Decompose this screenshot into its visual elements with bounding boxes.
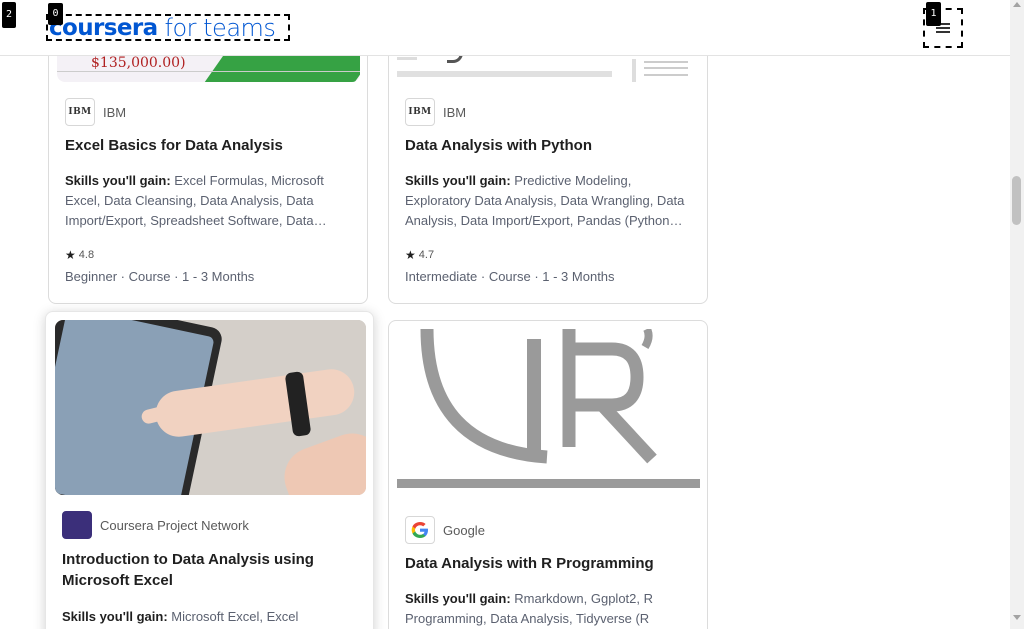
logo-brand: coursera (49, 14, 158, 41)
coursera-for-teams-logo[interactable]: coursera for teams (46, 14, 290, 41)
partner-row: IBM IBM (405, 98, 466, 126)
vertical-scrollbar[interactable] (1010, 0, 1024, 629)
overlay-tag-page: 2 (2, 2, 16, 28)
rating-value: 4.7 (418, 249, 435, 261)
skills-label: Skills you'll gain: (405, 591, 511, 606)
course-meta: Intermediate · Course · 1 - 3 Months (405, 269, 615, 284)
partner-name: IBM (443, 104, 467, 120)
overlay-tag-menu: 1 (926, 2, 941, 26)
partner-name: IBM (103, 104, 127, 120)
partner-name: Google (443, 522, 485, 538)
course-card[interactable]: IBM IBM Data Analysis with Python Skills… (388, 20, 708, 304)
top-header: coursera for teams (0, 0, 1010, 56)
course-meta: Beginner · Course · 1 - 3 Months (65, 269, 255, 284)
scrollbar-thumb[interactable] (1012, 176, 1021, 225)
rating-value: 4.8 (78, 249, 95, 261)
course-title[interactable]: Data Analysis with R Programming (405, 553, 695, 574)
course-card[interactable]: $135,000.00) IBM IBM Excel Basics for Da… (48, 20, 368, 304)
star-icon: ★ (65, 248, 76, 262)
partner-row: Coursera Project Network (62, 511, 249, 539)
google-logo-icon (405, 516, 435, 544)
skills-label: Skills you'll gain: (405, 173, 511, 188)
skills-label: Skills you'll gain: (62, 609, 168, 624)
overlay-tag-logo: 0 (48, 3, 63, 25)
course-title[interactable]: Data Analysis with Python (405, 135, 695, 156)
partner-name: Coursera Project Network (100, 517, 249, 533)
skills-text: Skills you'll gain: Rmarkdown, Ggplot2, … (405, 589, 677, 629)
star-icon: ★ (405, 248, 416, 262)
course-title[interactable]: Introduction to Data Analysis using Micr… (62, 549, 352, 591)
course-title[interactable]: Excel Basics for Data Analysis (65, 135, 355, 156)
scroll-up-arrow-icon[interactable] (1013, 2, 1021, 7)
coursera-project-network-logo-icon (62, 511, 92, 539)
skills-text: Skills you'll gain: Microsoft Excel, Exc… (62, 607, 352, 627)
r-logo-image (397, 329, 700, 488)
scroll-down-arrow-icon[interactable] (1013, 615, 1021, 620)
course-thumbnail (397, 329, 700, 491)
skills-text: Skills you'll gain: Excel Formulas, Micr… (65, 171, 337, 231)
ibm-logo-icon: IBM (65, 98, 95, 126)
skills-text: Skills you'll gain: Predictive Modeling,… (405, 171, 689, 231)
course-card[interactable]: Google Data Analysis with R Programming … (388, 320, 708, 629)
partner-row: Google (405, 516, 485, 544)
partner-row: IBM IBM (65, 98, 126, 126)
course-thumbnail (55, 320, 366, 495)
rating: ★ 4.8 (65, 248, 94, 262)
skills-list: Microsoft Excel, Excel (167, 609, 299, 624)
rating: ★ 4.7 (405, 248, 434, 262)
ibm-logo-icon: IBM (405, 98, 435, 126)
thumbnail-figure: $135,000.00) (91, 55, 186, 71)
logo-suffix: for teams (164, 14, 276, 41)
skills-label: Skills you'll gain: (65, 173, 171, 188)
course-card[interactable]: Coursera Project Network Introduction to… (45, 311, 374, 629)
